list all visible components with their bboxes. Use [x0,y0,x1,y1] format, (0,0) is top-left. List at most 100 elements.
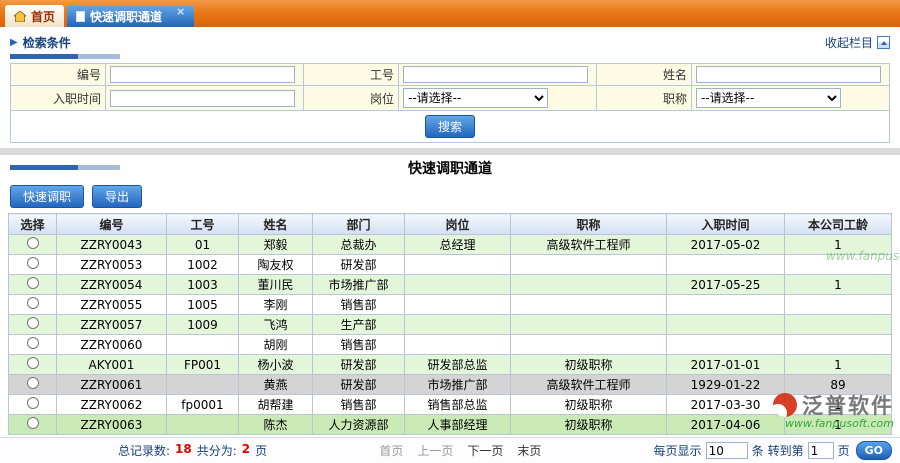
row-select-radio[interactable] [27,337,39,349]
table-cell: ZZRY0063 [57,415,167,435]
table-cell: 1 [785,355,892,375]
table-row[interactable]: ZZRY0063 陈杰人力资源部人事部经理初级职称2017-04-061 [9,415,892,435]
table-cell: 高级软件工程师 [511,375,667,395]
table-cell: ZZRY0043 [57,235,167,255]
goto-page-suffix: 页 [838,442,850,459]
total-records-label: 总记录数: [118,442,170,459]
number-input[interactable] [110,66,295,83]
home-icon [14,11,26,22]
row-select-radio[interactable] [27,277,39,289]
table-cell: FP001 [167,355,239,375]
table-cell [405,255,511,275]
export-button[interactable]: 导出 [92,185,142,208]
table-cell: 郑毅 [239,235,313,255]
document-icon [76,11,85,22]
table-cell: 2017-01-01 [667,355,785,375]
quick-transfer-button[interactable]: 快速调职 [10,185,84,208]
total-pages-value: 2 [242,442,250,459]
row-select-radio[interactable] [27,257,39,269]
table-row[interactable]: ZZRY0062fp0001胡帮建销售部销售部总监初级职称2017-03-301 [9,395,892,415]
row-select-radio[interactable] [27,417,39,429]
pagination-first: 首页 [379,444,403,458]
table-cell: 研发部 [313,375,405,395]
table-cell: 2017-03-30 [667,395,785,415]
collapse-panel-link[interactable]: 收起栏目 [825,34,890,51]
row-select-radio[interactable] [27,357,39,369]
total-pages-label: 共分为: [197,442,237,459]
tab-close-icon[interactable]: × [176,5,185,18]
tab-current-label: 快速调职通道 [90,8,162,25]
tab-home[interactable]: 首页 [5,5,64,27]
table-row[interactable]: ZZRY00541003董川民市场推广部 2017-05-251 [9,275,892,295]
column-header: 入职时间 [667,214,785,235]
table-cell [785,315,892,335]
table-row[interactable]: ZZRY00531002陶友权研发部 [9,255,892,275]
table-cell: 销售部 [313,395,405,415]
table-cell: 1 [785,415,892,435]
tab-current[interactable]: 快速调职通道 × [67,5,194,27]
table-cell: 1929-01-22 [667,375,785,395]
table-cell: 市场推广部 [313,275,405,295]
table-cell [511,335,667,355]
table-row[interactable]: ZZRY0060 胡刚销售部 [9,335,892,355]
section-accent-bar [10,165,120,170]
table-row[interactable]: ZZRY004301郑毅总裁办总经理高级软件工程师2017-05-021 [9,235,892,255]
per-page-suffix: 条 [752,442,764,459]
table-cell: ZZRY0057 [57,315,167,335]
row-select-radio[interactable] [27,317,39,329]
table-body: ZZRY004301郑毅总裁办总经理高级软件工程师2017-05-021ZZRY… [9,235,892,435]
column-header: 选择 [9,214,57,235]
table-cell: 1 [785,235,892,255]
total-pages-suffix: 页 [255,442,267,459]
row-select-radio[interactable] [27,397,39,409]
table-cell: 董川民 [239,275,313,295]
goto-page-input[interactable] [808,442,834,459]
name-input[interactable] [696,66,881,83]
row-select-radio[interactable] [27,237,39,249]
table-cell [511,275,667,295]
table-cell: 销售部总监 [405,395,511,415]
section-accent-bar [10,54,900,59]
table-cell [167,415,239,435]
column-header: 岗位 [405,214,511,235]
row-select-radio[interactable] [27,297,39,309]
section-divider [0,148,900,155]
table-cell: 高级软件工程师 [511,235,667,255]
content-section: 快速调职通道 快速调职 导出 选择编号工号姓名部门岗位职称入职时间本公司工龄 Z… [0,158,900,463]
pagination-last[interactable]: 末页 [517,444,541,458]
table-cell: 1003 [167,275,239,295]
table-row[interactable]: AKY001FP001杨小波研发部研发部总监初级职称2017-01-011 [9,355,892,375]
table-cell: 人力资源部 [313,415,405,435]
goto-page-label: 转到第 [768,442,804,459]
table-cell: AKY001 [57,355,167,375]
per-page-input[interactable] [706,442,748,459]
column-header: 职称 [511,214,667,235]
table-cell: 1002 [167,255,239,275]
row-select-radio[interactable] [27,377,39,389]
table-cell [405,315,511,335]
hire-date-input[interactable] [110,90,295,107]
search-button[interactable]: 搜索 [425,115,475,138]
employee-id-input[interactable] [403,66,588,83]
title-select[interactable]: --请选择-- [696,88,841,108]
table-row[interactable]: ZZRY00571009飞鸿生产部 [9,315,892,335]
table-cell: 89 [785,375,892,395]
section-arrow-icon: ▶ [10,37,18,48]
pagination-next[interactable]: 下一页 [467,444,503,458]
table-row[interactable]: ZZRY00551005李刚销售部 [9,295,892,315]
table-row[interactable]: ZZRY0061 黄燕研发部市场推广部高级软件工程师1929-01-2289 [9,375,892,395]
field-label-name: 姓名 [597,64,692,86]
position-select[interactable]: --请选择-- [403,88,548,108]
table-cell: ZZRY0061 [57,375,167,395]
field-label-hire-date: 入职时间 [11,86,106,111]
table-cell: 初级职称 [511,415,667,435]
footer-bar: 总记录数: 18 共分为: 2 页 首页上一页下一页末页 每页显示 条 转到第 … [0,437,900,463]
table-cell [511,255,667,275]
go-button[interactable]: GO [856,441,892,460]
collapse-panel-icon [877,36,890,49]
table-cell: fp0001 [167,395,239,415]
table-cell: 飞鸿 [239,315,313,335]
table-cell: 初级职称 [511,395,667,415]
total-records-value: 18 [175,442,192,459]
table-cell: ZZRY0054 [57,275,167,295]
